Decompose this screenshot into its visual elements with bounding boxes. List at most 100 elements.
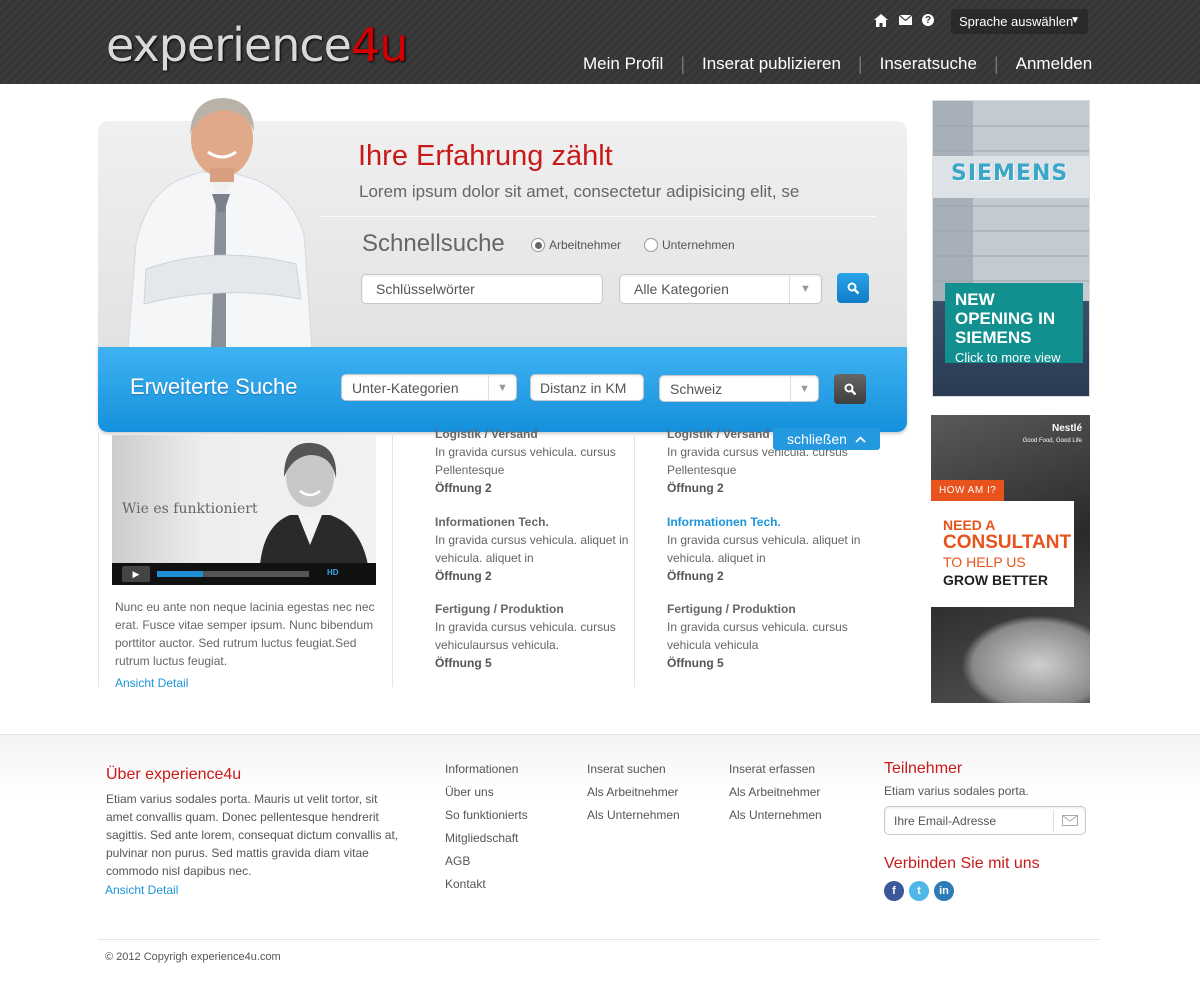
ad-headline-box: NEW OPENING IN SIEMENS Click to more vie… — [945, 283, 1083, 365]
category-select-value: Alle Kategorien — [634, 281, 729, 297]
radio-label: Unternehmen — [662, 238, 735, 252]
subcategory-select[interactable]: Unter-Kategorien ▼ — [341, 374, 517, 401]
radio-unternehmen[interactable]: Unternehmen — [644, 238, 735, 252]
nav-anmelden[interactable]: Anmelden — [999, 54, 1110, 74]
play-icon[interactable]: ▶ — [122, 566, 150, 582]
video-progress-bar[interactable] — [157, 571, 309, 577]
category-openings: Öffnung 5 — [435, 656, 492, 670]
quick-search-title: Schnellsuche — [362, 230, 505, 257]
nav-inseratsuche[interactable]: Inseratsuche — [863, 54, 994, 74]
category-item: Logistik / Versand In gravida cursus veh… — [435, 425, 635, 497]
country-select[interactable]: Schweiz ▼ — [659, 375, 819, 402]
footer-link[interactable]: Inserat suchen — [587, 762, 680, 785]
home-icon[interactable] — [874, 12, 888, 28]
radio-unchecked-icon — [644, 238, 658, 252]
siemens-sign: SIEMENS — [951, 161, 1069, 186]
category-title[interactable]: Fertigung / Produktion — [435, 600, 635, 618]
nav-inserat-publizieren[interactable]: Inserat publizieren — [685, 54, 858, 74]
footer-link[interactable]: Als Unternehmen — [729, 808, 822, 831]
ad-line: CONSULTANT — [943, 532, 1072, 553]
facebook-icon[interactable]: f — [884, 881, 904, 901]
category-text: In gravida cursus vehicula. cursus vehic… — [667, 620, 848, 652]
brand-name: Nestlé — [1051, 423, 1082, 434]
ad-cta[interactable]: Click to more view — [955, 350, 1073, 365]
close-advanced-button[interactable]: schließen — [773, 428, 880, 450]
radio-checked-icon — [531, 238, 545, 252]
ad-message-box: NEED A CONSULTANT TO HELP US GROW BETTER — [931, 501, 1074, 607]
category-title[interactable]: Informationen Tech. — [435, 513, 635, 531]
nestle-ad-banner[interactable]: Nestlé Good Food, Good Life HOW AM I? NE… — [931, 415, 1090, 703]
video-controls: ▶ HD — [112, 563, 376, 585]
dropdown-arrow-icon: ▼ — [488, 375, 516, 400]
keywords-placeholder: Schlüsselwörter — [376, 281, 475, 297]
envelope-icon[interactable] — [1053, 810, 1085, 831]
brand-tagline: Good Food, Good Life — [1022, 438, 1082, 444]
category-title[interactable]: Informationen Tech. — [667, 513, 867, 531]
ad-line: GROW BETTER — [943, 572, 1048, 588]
footer-about-link[interactable]: Ansicht Detail — [105, 883, 178, 897]
intro-detail-link[interactable]: Ansicht Detail — [115, 674, 375, 692]
keywords-input[interactable]: Schlüsselwörter — [361, 274, 603, 304]
ad-tag: HOW AM I? — [931, 480, 1005, 501]
video-progress-fill — [157, 571, 203, 577]
footer-link[interactable]: Als Arbeitnehmer — [587, 785, 680, 808]
siemens-ad-banner[interactable]: SIEMENS NEW OPENING IN SIEMENS Click to … — [932, 100, 1090, 397]
site-logo[interactable]: experience4u — [106, 16, 408, 74]
hero-subtitle: Lorem ipsum dolor sit amet, consectetur … — [359, 182, 800, 201]
country-value: Schweiz — [670, 380, 723, 397]
category-select[interactable]: Alle Kategorien ▼ — [619, 274, 822, 304]
top-icons: ? — [874, 12, 934, 28]
category-item: Fertigung / Produktion In gravida cursus… — [667, 600, 867, 672]
newsletter-text: Etiam varius sodales porta. — [884, 784, 1029, 798]
category-title[interactable]: Logistik / Versand — [435, 425, 635, 443]
footer-links-create: Inserat erfassen Als Arbeitnehmer Als Un… — [729, 762, 822, 831]
footer-link[interactable]: Als Unternehmen — [587, 808, 680, 831]
footer-link[interactable]: Kontakt — [445, 877, 528, 900]
category-title[interactable]: Fertigung / Produktion — [667, 600, 867, 618]
copyright: © 2012 Copyrigh experience4u.com — [105, 951, 281, 963]
hd-badge[interactable]: HD — [327, 568, 339, 577]
intro-paragraph: Nunc eu ante non neque lacinia egestas n… — [115, 600, 375, 668]
dropdown-arrow-icon: ▼ — [1070, 15, 1080, 26]
language-select[interactable]: Sprache auswählen ▼ — [951, 9, 1088, 34]
category-text: In gravida cursus vehicula. aliquet in v… — [667, 533, 861, 565]
column-divider — [98, 432, 99, 687]
category-openings: Öffnung 2 — [435, 569, 492, 583]
radio-arbeitnehmer[interactable]: Arbeitnehmer — [531, 238, 621, 252]
logo-accent: 4u — [350, 18, 408, 72]
category-item: Informationen Tech. In gravida cursus ve… — [435, 513, 635, 585]
logo-text: experience — [106, 18, 352, 72]
footer-link[interactable]: So funktionierts — [445, 808, 528, 831]
advanced-search-button[interactable] — [834, 374, 866, 404]
ad-line: NEED A — [943, 517, 996, 533]
video-player[interactable]: Wie es funktioniert ▶ HD — [112, 435, 376, 585]
distance-input[interactable]: Distanz in KM — [530, 374, 644, 401]
dropdown-arrow-icon: ▼ — [790, 376, 818, 401]
intro-text: Nunc eu ante non neque lacinia egestas n… — [115, 598, 375, 692]
advanced-search-title: Erweiterte Suche — [130, 374, 298, 399]
footer-link[interactable]: Informationen — [445, 762, 528, 785]
search-icon — [844, 383, 856, 395]
nestle-logo: Nestlé Good Food, Good Life — [1023, 423, 1082, 447]
twitter-icon[interactable]: t — [909, 881, 929, 901]
mail-icon[interactable] — [898, 12, 912, 28]
category-openings: Öffnung 2 — [435, 481, 492, 495]
woman-image — [260, 442, 368, 565]
footer-about-text: Etiam varius sodales porta. Mauris ut ve… — [106, 792, 399, 878]
footer-link[interactable]: Über uns — [445, 785, 528, 808]
footer-link[interactable]: Inserat erfassen — [729, 762, 822, 785]
connect-title: Verbinden Sie mit uns — [884, 855, 1040, 872]
linkedin-icon[interactable]: in — [934, 881, 954, 901]
nav-mein-profil[interactable]: Mein Profil — [566, 54, 680, 74]
footer-link[interactable]: AGB — [445, 854, 528, 877]
close-label: schließen — [787, 431, 847, 447]
quick-search-button[interactable] — [837, 273, 869, 303]
category-text: In gravida cursus vehicula. aliquet in v… — [435, 533, 629, 565]
email-input[interactable]: Ihre Email-Adresse — [884, 806, 1086, 835]
footer-link[interactable]: Als Arbeitnehmer — [729, 785, 822, 808]
footer-link[interactable]: Mitgliedschaft — [445, 831, 528, 854]
help-icon[interactable]: ? — [922, 14, 934, 26]
language-select-label: Sprache auswählen — [959, 14, 1074, 29]
email-placeholder: Ihre Email-Adresse — [894, 813, 997, 828]
category-openings: Öffnung 2 — [667, 569, 724, 583]
